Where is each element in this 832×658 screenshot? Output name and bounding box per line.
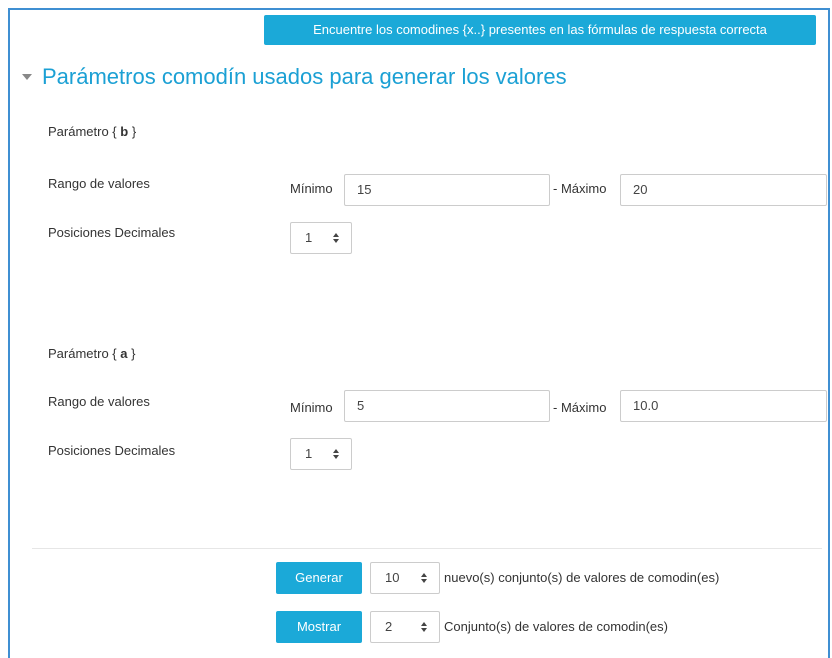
param-a-max-label: - Máximo	[553, 400, 607, 415]
param-a-name: a	[120, 346, 128, 361]
find-wildcards-button[interactable]: Encuentre los comodines {x..} presentes …	[264, 15, 816, 45]
generate-description: nuevo(s) conjunto(s) de valores de comod…	[444, 570, 720, 585]
show-description: Conjunto(s) de valores de comodin(es)	[444, 619, 668, 634]
section-divider	[32, 548, 822, 549]
param-a-max-input[interactable]: 10.0	[620, 390, 827, 422]
param-b-min-input[interactable]: 15	[344, 174, 550, 206]
param-b-heading: Parámetro { b }	[48, 124, 137, 139]
select-arrows-icon	[421, 572, 429, 586]
generate-count-select[interactable]: 10	[370, 562, 440, 594]
form-frame	[8, 8, 830, 658]
param-b-decimals-label: Posiciones Decimales	[48, 225, 176, 240]
param-a-min-label: Mínimo	[290, 400, 333, 415]
param-a-decimals-select[interactable]: 1	[290, 438, 352, 470]
select-arrows-icon	[333, 448, 341, 462]
section-title: Parámetros comodín usados para generar l…	[42, 64, 567, 89]
param-b-min-label: Mínimo	[290, 181, 333, 196]
param-b-range-label: Rango de valores	[48, 176, 150, 191]
select-arrows-icon	[333, 232, 341, 246]
param-b-decimals-select[interactable]: 1	[290, 222, 352, 254]
collapse-caret-icon[interactable]	[22, 74, 32, 80]
param-b-name: b	[120, 124, 129, 139]
section-header[interactable]: Parámetros comodín usados para generar l…	[22, 64, 567, 90]
generate-button[interactable]: Generar	[276, 562, 362, 594]
param-b-max-label: - Máximo	[553, 181, 607, 196]
param-a-min-input[interactable]: 5	[344, 390, 550, 422]
param-a-decimals-label: Posiciones Decimales	[48, 443, 176, 458]
show-count-select[interactable]: 2	[370, 611, 440, 643]
param-b-max-input[interactable]: 20	[620, 174, 827, 206]
show-button[interactable]: Mostrar	[276, 611, 362, 643]
select-arrows-icon	[421, 621, 429, 635]
param-a-heading: Parámetro { a }	[48, 346, 136, 361]
param-a-range-label: Rango de valores	[48, 394, 150, 409]
